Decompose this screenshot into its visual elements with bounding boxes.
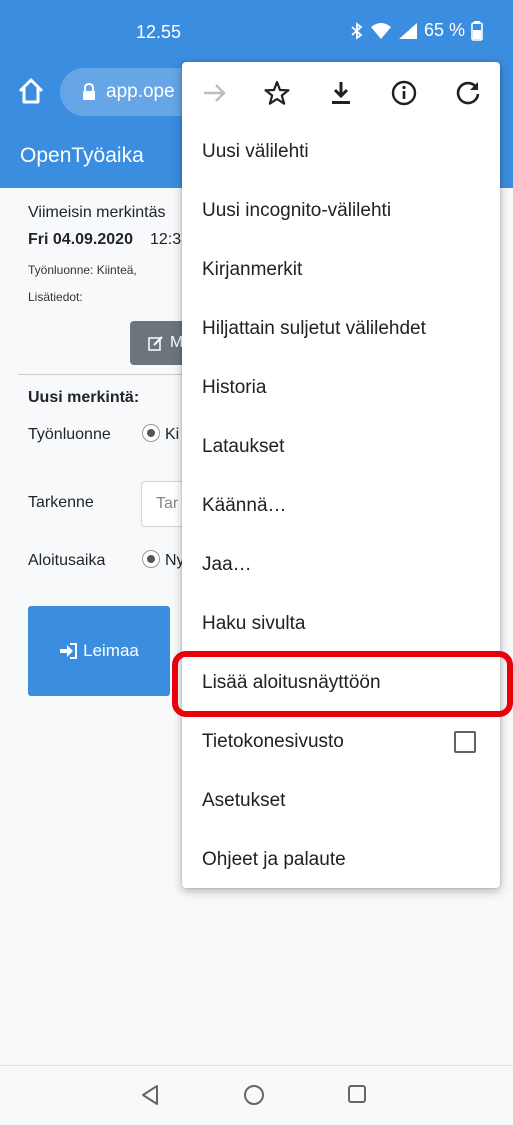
start-time-label: Aloitusaika <box>28 552 106 569</box>
new-entry-title: Uusi merkintä: <box>28 389 140 406</box>
menu-item-incognito[interactable]: Uusi incognito-välilehti <box>202 200 391 222</box>
menu-item-recent-tabs[interactable]: Hiljattain suljetut välilehdet <box>202 318 426 340</box>
highlight-box <box>172 651 513 717</box>
wifi-icon <box>370 22 391 39</box>
menu-item-new-tab[interactable]: Uusi välilehti <box>202 141 309 163</box>
edit-icon <box>148 336 163 351</box>
menu-item-settings[interactable]: Asetukset <box>202 790 285 812</box>
login-icon <box>60 643 78 659</box>
status-bar: 12.55 65 % <box>0 0 513 64</box>
work-type-info: Työnluonne: Kiinteä, <box>28 263 137 277</box>
menu-item-bookmarks[interactable]: Kirjanmerkit <box>202 259 302 281</box>
status-time: 12.55 <box>136 22 182 42</box>
work-type-option: Ki <box>165 426 180 443</box>
home-icon[interactable] <box>16 76 46 106</box>
system-icons: 65 % <box>350 20 483 41</box>
download-icon[interactable] <box>327 79 355 107</box>
recents-nav-icon[interactable] <box>347 1084 367 1104</box>
battery-icon <box>471 20 483 41</box>
lock-icon <box>83 83 95 100</box>
app-brand[interactable]: OpenTyöaika <box>20 144 144 168</box>
menu-item-help[interactable]: Ohjeet ja palaute <box>202 849 346 871</box>
menu-item-desktop-site[interactable]: Tietokonesivusto <box>202 731 344 753</box>
desktop-site-checkbox[interactable] <box>454 731 476 753</box>
last-entry-label: Viimeisin merkintäs <box>28 204 166 221</box>
forward-icon[interactable] <box>200 79 228 107</box>
start-time-radio[interactable] <box>142 550 160 568</box>
additional-info: Lisätiedot: <box>28 290 83 304</box>
signal-icon <box>398 22 417 39</box>
system-nav-bar <box>0 1065 513 1125</box>
back-nav-icon[interactable] <box>140 1084 160 1106</box>
detail-placeholder: Tar <box>156 495 179 512</box>
last-entry-time: 12:3 <box>150 231 182 248</box>
last-entry-date: Fri 04.09.2020 <box>28 231 133 248</box>
browser-overflow-menu: Uusi välilehti Uusi incognito-välilehti … <box>182 62 500 888</box>
menu-toolbar <box>182 62 500 122</box>
stamp-button-label: Leimaa <box>83 641 139 660</box>
star-icon[interactable] <box>263 79 291 107</box>
menu-item-translate[interactable]: Käännä… <box>202 495 287 517</box>
battery-percent: 65 % <box>423 20 465 40</box>
menu-item-history[interactable]: Historia <box>202 377 266 399</box>
stamp-button[interactable]: Leimaa <box>28 606 170 696</box>
home-nav-icon[interactable] <box>243 1084 265 1106</box>
menu-item-share[interactable]: Jaa… <box>202 554 252 576</box>
menu-item-find-in-page[interactable]: Haku sivulta <box>202 613 306 635</box>
menu-item-downloads[interactable]: Lataukset <box>202 436 284 458</box>
info-icon[interactable] <box>390 79 418 107</box>
work-type-label: Työnluonne <box>28 426 111 443</box>
bluetooth-icon <box>351 21 363 40</box>
work-type-radio[interactable] <box>142 424 160 442</box>
refresh-icon[interactable] <box>454 79 482 107</box>
detail-label: Tarkenne <box>28 494 94 511</box>
url-text: app.ope <box>106 81 175 102</box>
